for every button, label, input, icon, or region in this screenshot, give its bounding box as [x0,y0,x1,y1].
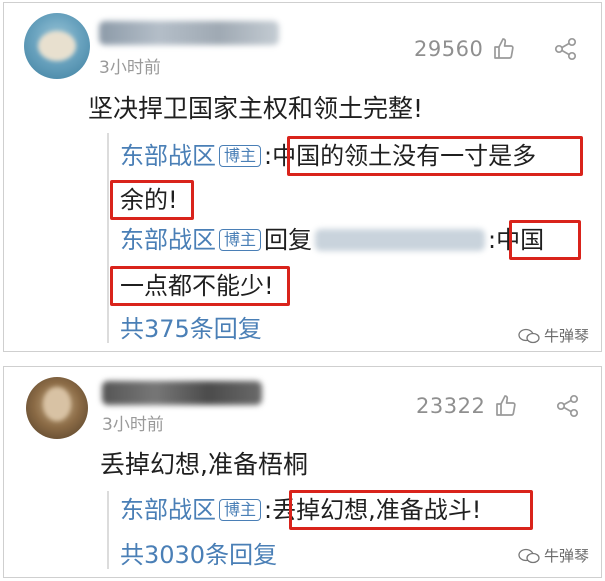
reply-divider [107,133,109,343]
wechat-icon [518,328,540,343]
reply-separator: : [264,142,273,170]
watermark-text: 牛弹琴 [544,327,590,345]
comment-time: 3小时前 [102,415,164,435]
highlight-box [289,490,533,530]
share-icon[interactable] [553,36,579,62]
like-count: 29560 [414,37,484,61]
avatar[interactable] [26,377,88,439]
more-replies-link[interactable]: 共375条回复 [120,309,262,344]
reply-separator: : [488,226,497,254]
more-replies-link[interactable]: 共3030条回复 [120,535,277,570]
reply-action: 回复 [264,226,313,254]
highlight-box [110,180,194,220]
reply-author[interactable]: 东部战区 [120,142,216,170]
reply-target-blurred[interactable] [315,229,486,251]
watermark-text: 牛弹琴 [544,547,590,565]
thumbs-up-icon[interactable] [492,37,516,61]
comment-card: 3小时前 29560 坚决捍卫国家主权和领土完整! 东部战区 博主:中国的领土没有… [3,2,602,352]
comment-time: 3小时前 [99,58,161,78]
watermark: 牛弹琴 [518,545,589,566]
highlight-box [509,220,581,260]
wechat-icon [518,548,540,563]
watermark: 牛弹琴 [518,325,589,346]
author-badge: 博主 [219,499,262,521]
reply-divider [107,491,109,569]
author-badge: 博主 [219,229,262,251]
username-blurred[interactable] [102,381,262,405]
comment-card: 3小时前 23322 丢掉幻想,准备梧桐 东部战区 博主:丢掉幻想,准备战斗! 共… [3,366,602,578]
highlight-box [287,136,583,176]
thumbs-up-icon[interactable] [494,394,518,418]
avatar[interactable] [24,13,90,79]
comment-body: 丢掉幻想,准备梧桐 [100,450,308,479]
reply-separator: : [264,496,273,524]
username-blurred[interactable] [99,21,279,45]
comment-body: 坚决捍卫国家主权和领土完整! [88,94,424,123]
reply-author[interactable]: 东部战区 [120,496,216,524]
share-icon[interactable] [555,393,581,419]
highlight-box [110,266,290,306]
author-badge: 博主 [219,145,262,167]
reply-line: 东部战区 博主 回复:中国 [120,223,544,257]
like-count: 23322 [416,394,486,418]
reply-author[interactable]: 东部战区 [120,226,216,254]
